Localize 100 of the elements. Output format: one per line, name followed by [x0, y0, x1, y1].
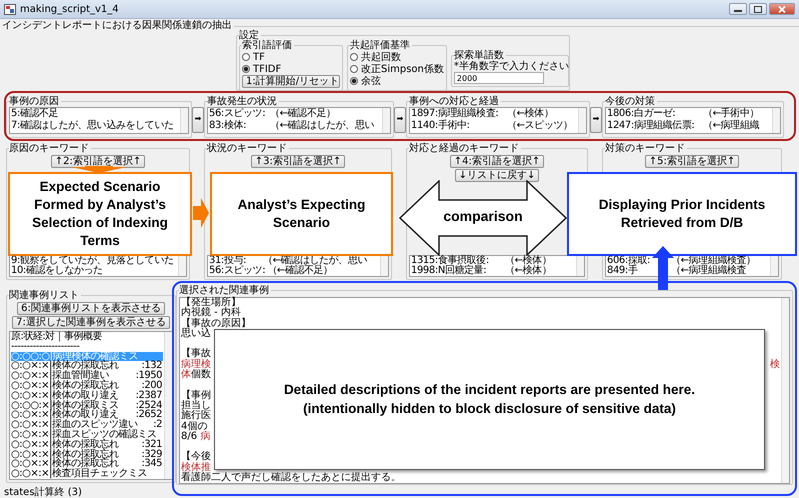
- radio-button[interactable]: [242, 65, 250, 73]
- list-row[interactable]: ○:○×:×|検体の採取忘れ :200: [11, 380, 163, 391]
- list-box[interactable]: 1897:病理組織検査: （←検体） 1140:手術中: （←スピッツ）: [409, 107, 587, 134]
- scrollbar[interactable]: [781, 298, 789, 484]
- list-box[interactable]: 1315:食事摂取後: （←検体） 1998:N回糖定量: （←検体）: [409, 255, 585, 277]
- list-box[interactable]: 1806:白ガーゼ: （←手術中） 1247:病理組織伝票: （←病理組織: [605, 107, 781, 134]
- radio-button[interactable]: [350, 77, 358, 85]
- double-arrow-icon: [399, 180, 567, 256]
- list-term: 1315:食事摂取後:: [411, 256, 490, 266]
- report-line: 【事例: [181, 390, 211, 401]
- list-note: （←確認はしたが、思い: [270, 120, 374, 132]
- case-number: :2: [152, 420, 162, 430]
- list-term: 83:検体:: [209, 120, 248, 132]
- word-count-field[interactable]: 2000: [454, 72, 544, 84]
- next-button[interactable]: ➡: [192, 106, 204, 132]
- list-header: 原:状経:対｜事例概要: [11, 332, 104, 342]
- scrollbar[interactable]: [772, 108, 780, 133]
- group-label: 事例への対応と経過: [409, 96, 501, 107]
- next-button[interactable]: ➡: [394, 106, 406, 132]
- list-row[interactable]: ○:○×:×|採血管間違い :1950: [11, 371, 163, 381]
- group-label: 設定: [239, 30, 261, 41]
- hint-text: *半角数字で入力ください: [454, 61, 566, 72]
- case-summary: ○:○×:×|検体の取り違え: [11, 390, 118, 401]
- next-button[interactable]: ➡: [590, 106, 602, 132]
- status-text: states計算終 (3): [3, 487, 83, 498]
- group-label: 事例の原因: [9, 96, 61, 107]
- list-row[interactable]: ○:○×:×|検体の採取忘れ :321: [11, 440, 163, 450]
- report-line: 4個の: [181, 422, 208, 432]
- report-line: 施行医: [181, 411, 211, 422]
- calculate-button[interactable]: 1:計算開始/リセット: [242, 75, 340, 88]
- report-line: 【今後: [181, 452, 211, 462]
- action-button[interactable]: 6:関連事例リストを表示させる: [17, 302, 165, 315]
- case-number: :200: [142, 380, 162, 391]
- scrollbar[interactable]: [578, 108, 586, 133]
- radio-button[interactable]: [350, 65, 358, 73]
- list-term: 10:確認をしなかった: [11, 266, 103, 276]
- group-label: 事故発生の状況: [207, 96, 279, 107]
- select-button[interactable]: ↑4:索引語を選択↑: [450, 155, 544, 168]
- group-label: 共起評価基準: [350, 40, 412, 51]
- case-number: :345: [140, 459, 162, 470]
- list-term: 1140:手術中:: [411, 120, 471, 132]
- select-button[interactable]: ↑2:索引語を選択↑: [50, 155, 146, 168]
- select-button[interactable]: ↑3:索引語を選択↑: [250, 155, 346, 168]
- list-note: （←病理組織: [703, 120, 759, 132]
- case-number: :2387: [134, 390, 162, 401]
- group-label: 関連事例リスト: [9, 290, 81, 301]
- case-number: :329: [140, 450, 162, 460]
- note-text: Detailed descriptions of the incident reports are presented here.: [284, 382, 696, 398]
- close-button[interactable]: [769, 3, 795, 15]
- report-line: 体個数: [181, 370, 211, 380]
- scrollbar[interactable]: [178, 256, 186, 276]
- group-label: 選択された関連事例: [179, 285, 271, 296]
- list-term: 7:確認はしたが、思い込みをしていた: [11, 120, 174, 132]
- action-button[interactable]: 7:選択した関連事例を表示させる: [12, 316, 170, 329]
- case-summary: ○:○×:×|採血管間違い: [11, 371, 109, 381]
- select-button[interactable]: ↑5:索引語を選択↑: [644, 155, 740, 168]
- group-label: 索引語評価: [242, 40, 294, 51]
- radio-label: 余弦: [361, 76, 381, 86]
- scrollbar[interactable]: [382, 108, 390, 133]
- case-summary: ○:○×:×|検体の採取忘れ: [11, 450, 118, 460]
- case-number: :321: [140, 440, 162, 450]
- maximize-button[interactable]: [749, 3, 767, 15]
- group-label: 状況のキーワード: [207, 143, 289, 154]
- list-term: 1806:白ガーゼ:: [607, 108, 676, 120]
- list-row[interactable]: ○:○×:×|検体の取り違え :2387: [11, 390, 163, 401]
- list-box[interactable]: [9, 331, 173, 480]
- note-text: (intentionally hidden to block disclosure of sensitive data): [303, 402, 676, 416]
- scrollbar[interactable]: [380, 256, 388, 276]
- window-title: making_script_v1_4: [20, 4, 119, 14]
- radio-button[interactable]: [350, 53, 358, 61]
- list-note: （←確認不足）: [270, 108, 336, 120]
- report-line: 思い込: [181, 328, 211, 340]
- radio-label: TF: [253, 52, 265, 62]
- list-row[interactable]: ○:○×:×|採血のスピッツ違い :2: [11, 420, 163, 430]
- list-row[interactable]: ○:○○:×|検体の採取ミス :2524: [11, 400, 163, 410]
- scrollbar[interactable]: [164, 332, 172, 479]
- list-term: 1897:病理組織検査:: [411, 108, 500, 120]
- down-arrow-icon: [71, 166, 127, 173]
- list-note: （←検体）: [505, 266, 552, 276]
- radio-button[interactable]: [242, 53, 250, 61]
- list-box[interactable]: 56:スピッツ: （←確認不足） 83:検体: （←確認はしたが、思い: [207, 107, 391, 134]
- comparison-label: comparison: [442, 209, 524, 224]
- scrollbar[interactable]: [576, 256, 584, 276]
- radio-label: 改正Simpson係数: [361, 64, 444, 74]
- up-arrow-icon: [652, 246, 674, 290]
- minimize-button[interactable]: [729, 3, 747, 15]
- report-line: 内視鏡 - 内科: [181, 308, 241, 318]
- report-line: 病理検: [181, 360, 211, 370]
- report-line: 【事故の原因】: [181, 318, 251, 329]
- case-summary: ○:○×:×|採血のスピッツ違い: [11, 420, 138, 430]
- case-number: :2652: [134, 410, 162, 420]
- return-button[interactable]: ↓リストに戻す↓: [454, 169, 540, 182]
- list-row[interactable]: ○:○×:×|検体の採取忘れ :329: [11, 450, 163, 460]
- scrollbar[interactable]: [180, 108, 188, 133]
- app-icon: [4, 4, 16, 14]
- list-box[interactable]: 5:確認不足 7:確認はしたが、思い込みをしていた: [9, 107, 189, 134]
- list-note: （←検体）: [507, 108, 554, 120]
- scrollbar[interactable]: [770, 256, 778, 276]
- list-note: （←検体）: [505, 256, 552, 266]
- case-number: :2524: [134, 400, 162, 410]
